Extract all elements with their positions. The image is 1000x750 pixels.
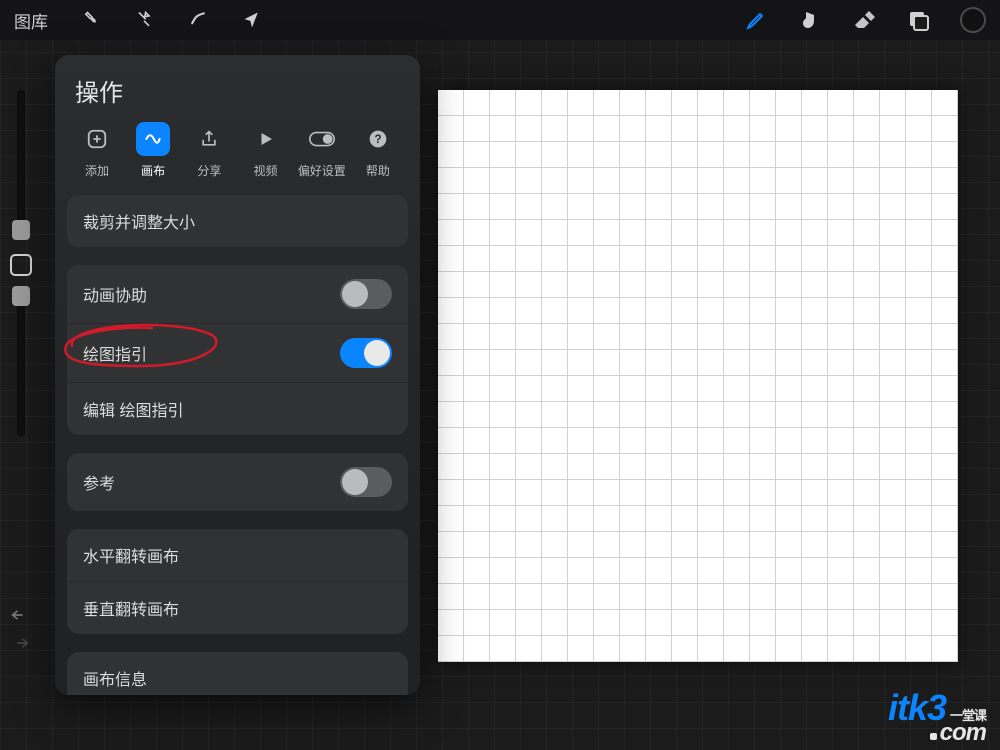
toolbar-left: 图库	[14, 8, 264, 33]
row-canvas-info-label: 画布信息	[83, 666, 147, 690]
canvas-icon	[136, 122, 170, 156]
brush-opacity-slider[interactable]	[17, 286, 25, 436]
adjustments-icon[interactable]	[132, 8, 156, 32]
toggle-reference[interactable]	[340, 467, 392, 497]
eraser-icon[interactable]	[852, 8, 876, 32]
row-crop-resize[interactable]: 裁剪并调整大小	[67, 195, 408, 247]
wrench-icon[interactable]	[78, 8, 102, 32]
row-drawing-guide-label: 绘图指引	[83, 341, 147, 365]
toggle-drawing-guide[interactable]	[340, 338, 392, 368]
help-icon: ?	[361, 122, 395, 156]
panel-body: 裁剪并调整大小 动画协助 绘图指引 编辑 绘图指引 参考	[55, 191, 420, 695]
tab-help[interactable]: ? 帮助	[352, 122, 404, 179]
tab-share[interactable]: 分享	[183, 122, 235, 179]
group-info: 画布信息	[67, 652, 408, 695]
play-icon	[249, 122, 283, 156]
group-flip: 水平翻转画布 垂直翻转画布	[67, 529, 408, 634]
row-flip-vertical-label: 垂直翻转画布	[83, 596, 179, 620]
brush-size-thumb[interactable]	[12, 220, 30, 240]
row-edit-drawing-guide-label: 编辑 绘图指引	[83, 397, 183, 421]
plus-icon	[80, 122, 114, 156]
brush-opacity-thumb[interactable]	[12, 286, 30, 306]
left-rail	[4, 90, 38, 446]
row-animation-assist[interactable]: 动画协助	[67, 265, 408, 324]
procreate-app: 图库	[0, 0, 1000, 750]
row-drawing-guide[interactable]: 绘图指引	[67, 324, 408, 383]
group-crop: 裁剪并调整大小	[67, 195, 408, 247]
watermark-com: com	[940, 719, 986, 746]
tab-help-label: 帮助	[366, 162, 390, 179]
share-icon	[192, 122, 226, 156]
row-canvas-info[interactable]: 画布信息	[67, 652, 408, 695]
row-reference-label: 参考	[83, 470, 115, 494]
toggle-icon	[305, 122, 339, 156]
panel-tabs: 添加 画布 分享 视频	[55, 118, 420, 191]
actions-panel: 操作 添加 画布 分享	[55, 55, 420, 695]
row-reference[interactable]: 参考	[67, 453, 408, 511]
tab-prefs-label: 偏好设置	[298, 162, 346, 179]
gallery-button[interactable]: 图库	[14, 8, 48, 33]
row-animation-assist-label: 动画协助	[83, 282, 147, 306]
watermark: itk3 一堂课 com	[888, 692, 986, 744]
brush-size-slider[interactable]	[17, 90, 25, 240]
group-reference: 参考	[67, 453, 408, 511]
watermark-brand: itk3	[888, 692, 946, 724]
transform-icon[interactable]	[240, 8, 264, 32]
redo-icon[interactable]	[10, 636, 30, 650]
eyedropper-button[interactable]	[10, 254, 32, 276]
layers-icon[interactable]	[906, 8, 930, 32]
tab-share-label: 分享	[197, 162, 221, 179]
row-crop-resize-label: 裁剪并调整大小	[83, 209, 195, 233]
row-flip-horizontal[interactable]: 水平翻转画布	[67, 529, 408, 582]
tab-video[interactable]: 视频	[240, 122, 292, 179]
undo-icon[interactable]	[10, 608, 30, 622]
brush-icon[interactable]	[744, 8, 768, 32]
toolbar-right	[744, 7, 986, 33]
svg-text:?: ?	[374, 133, 381, 146]
panel-title: 操作	[55, 55, 420, 118]
tab-add[interactable]: 添加	[71, 122, 123, 179]
group-guides: 动画协助 绘图指引 编辑 绘图指引	[67, 265, 408, 435]
color-swatch[interactable]	[960, 7, 986, 33]
row-edit-drawing-guide[interactable]: 编辑 绘图指引	[67, 383, 408, 435]
tab-add-label: 添加	[85, 162, 109, 179]
undo-redo-group	[10, 608, 30, 650]
selection-icon[interactable]	[186, 8, 210, 32]
drawing-canvas[interactable]	[438, 90, 958, 662]
tab-video-label: 视频	[254, 162, 278, 179]
tab-canvas[interactable]: 画布	[127, 122, 179, 179]
top-toolbar: 图库	[0, 0, 1000, 40]
tab-canvas-label: 画布	[141, 162, 165, 179]
smudge-icon[interactable]	[798, 8, 822, 32]
toggle-animation-assist[interactable]	[340, 279, 392, 309]
row-flip-vertical[interactable]: 垂直翻转画布	[67, 582, 408, 634]
row-flip-horizontal-label: 水平翻转画布	[83, 543, 179, 567]
tab-prefs[interactable]: 偏好设置	[296, 122, 348, 179]
